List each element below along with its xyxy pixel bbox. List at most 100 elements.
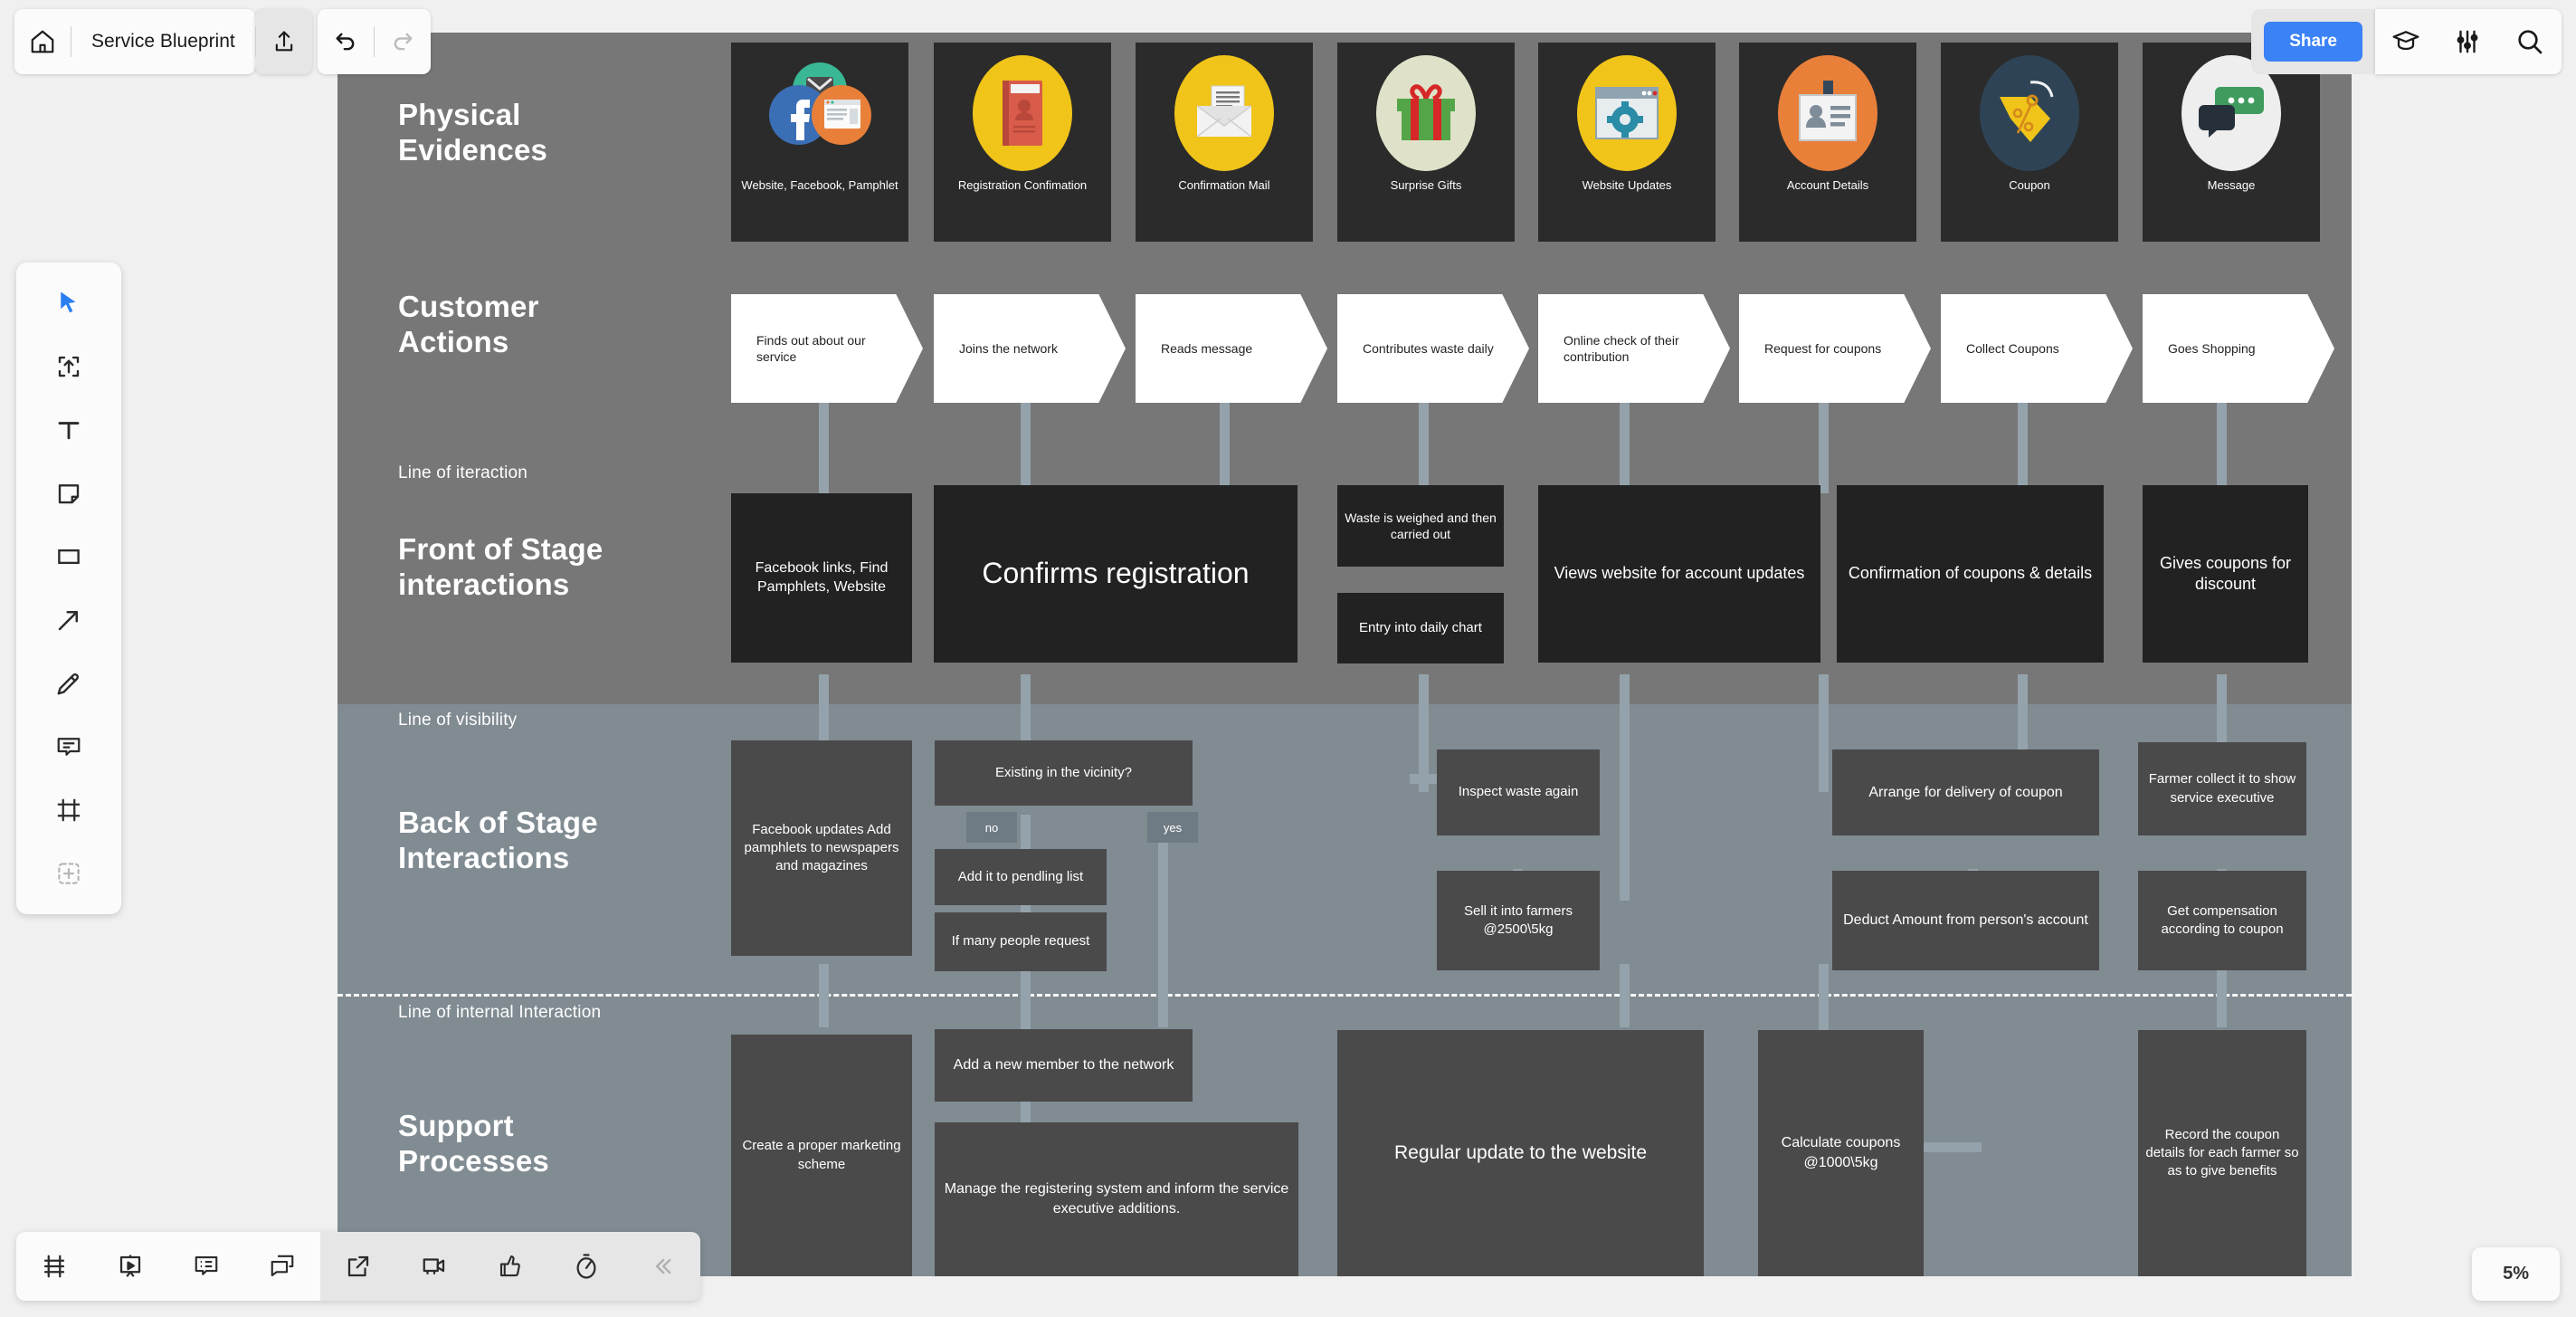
evidence-card[interactable]: Coupon (1941, 43, 2118, 242)
back-stage-box[interactable]: Deduct Amount from person's account (1832, 871, 2099, 970)
line-of-internal-interaction-label: Line of internal Interaction (398, 1003, 602, 1022)
top-toolbar-right: Share (2251, 9, 2562, 74)
add-more-tool[interactable] (34, 845, 103, 902)
presentation-button[interactable] (92, 1232, 168, 1301)
redo-button[interactable] (375, 9, 431, 74)
zoom-indicator[interactable]: 5% (2472, 1247, 2560, 1301)
row-title-line1: Customer (398, 290, 539, 323)
graduation-cap-icon (2391, 27, 2420, 56)
back-stage-box[interactable]: Inspect waste again (1437, 749, 1600, 835)
upload-button[interactable] (256, 9, 312, 74)
shape-tool[interactable] (34, 529, 103, 585)
customer-action-chevron[interactable]: Contributes waste daily (1337, 294, 1529, 403)
front-stage-box[interactable]: Views website for account updates (1538, 485, 1820, 663)
connector-vertical (1620, 398, 1630, 493)
reactions-button[interactable] (472, 1232, 548, 1301)
customer-action-chevron[interactable]: Online check of their contribution (1538, 294, 1730, 403)
front-stage-box[interactable]: Facebook links, Find Pamphlets, Website (731, 493, 912, 663)
thumbs-up-icon (497, 1253, 524, 1280)
sticky-note-tool[interactable] (34, 465, 103, 521)
settings-button[interactable] (2437, 9, 2498, 74)
box-label: Entry into daily chart (1359, 620, 1482, 636)
chevron-label: Joins the network (959, 340, 1058, 356)
box-label: Record the coupon details for each farme… (2145, 1126, 2299, 1179)
row-title-line2: Actions (398, 324, 509, 358)
rectangle-icon (55, 543, 82, 570)
connector-vertical (1819, 674, 1829, 792)
share-group: Share (2251, 9, 2375, 74)
support-process-box[interactable]: Add a new member to the network (935, 1029, 1193, 1102)
row-title-line2: Processes (398, 1143, 549, 1178)
tutorial-button[interactable] (2375, 9, 2437, 74)
canvas-board[interactable]: Physical Evidences Customer Actions Line… (0, 0, 2576, 1317)
back-stage-box[interactable]: If many people request (935, 912, 1107, 971)
back-stage-box[interactable]: Sell it into farmers @2500\5kg (1437, 871, 1600, 970)
line-of-visibility-label: Line of visibility (398, 711, 518, 730)
support-process-box[interactable]: Calculate coupons @1000\5kg (1758, 1030, 1924, 1276)
front-stage-box[interactable]: Confirms registration (934, 485, 1298, 663)
bottom-toolbar (16, 1232, 700, 1301)
comments-panel-button[interactable] (168, 1232, 244, 1301)
evidence-card[interactable]: Surprise Gifts (1337, 43, 1515, 242)
support-process-box[interactable]: Regular update to the website (1337, 1030, 1704, 1276)
connector-tool[interactable] (34, 592, 103, 648)
customer-action-chevron[interactable]: Reads message (1136, 294, 1327, 403)
undo-icon (333, 29, 358, 54)
home-button[interactable] (14, 9, 71, 74)
back-stage-box[interactable]: Get compensation according to coupon (2138, 871, 2306, 970)
evidence-card[interactable]: Account Details (1739, 43, 1916, 242)
upload-tool[interactable] (34, 339, 103, 395)
evidence-card[interactable]: Confirmation Mail (1136, 43, 1313, 242)
video-call-button[interactable] (396, 1232, 472, 1301)
text-tool[interactable] (34, 402, 103, 458)
timer-button[interactable] (548, 1232, 624, 1301)
comment-tool[interactable] (34, 719, 103, 775)
share-link-button[interactable] (320, 1232, 396, 1301)
back-stage-box[interactable]: Existing in the vicinity? (935, 740, 1193, 806)
customer-action-chevron[interactable]: Finds out about our service (731, 294, 923, 403)
back-stage-box[interactable]: Farmer collect it to show service execut… (2138, 742, 2306, 835)
box-label: Gives coupons for discount (2159, 553, 2292, 593)
front-stage-box[interactable]: Waste is weighed and then carried out (1337, 485, 1504, 567)
toolbar-group-history (317, 9, 431, 74)
search-button[interactable] (2498, 9, 2562, 74)
select-tool[interactable] (34, 275, 103, 331)
support-process-box[interactable]: Create a proper marketing scheme (731, 1035, 912, 1276)
support-process-box[interactable]: Record the coupon details for each farme… (2138, 1030, 2306, 1276)
connector-vertical (1419, 398, 1429, 493)
home-icon (29, 28, 56, 55)
back-stage-box[interactable]: Facebook updates Add pamphlets to newspa… (731, 740, 912, 956)
share-button[interactable]: Share (2264, 22, 2362, 62)
undo-button[interactable] (318, 9, 374, 74)
customer-action-chevron[interactable]: Joins the network (934, 294, 1126, 403)
customer-action-chevron[interactable]: Goes Shopping (2143, 294, 2334, 403)
chat-button[interactable] (244, 1232, 320, 1301)
box-label: Farmer collect it to show service execut… (2148, 771, 2296, 806)
back-stage-box[interactable]: Add it to pendling list (935, 849, 1107, 905)
pen-icon (55, 670, 82, 697)
evidence-card[interactable]: Registration Confimation (934, 43, 1111, 242)
frame-tool[interactable] (34, 782, 103, 838)
front-stage-box[interactable]: Gives coupons for discount (2143, 485, 2308, 663)
evidence-caption: Message (2207, 178, 2256, 192)
facebook-email-website-icon (765, 55, 874, 164)
front-stage-box[interactable]: Entry into daily chart (1337, 593, 1504, 663)
line-of-internal-interaction-divider (337, 994, 2352, 997)
bottom-group-left (16, 1232, 320, 1301)
tool-palette (16, 262, 121, 914)
pen-tool[interactable] (34, 655, 103, 711)
frames-panel-button[interactable] (16, 1232, 92, 1301)
back-stage-box[interactable]: Arrange for delivery of coupon (1832, 749, 2099, 835)
evidence-card[interactable]: Website Updates (1538, 43, 1716, 242)
evidence-card[interactable]: Website, Facebook, Pamphlet (731, 43, 908, 242)
chevron-label: Collect Coupons (1966, 340, 2059, 356)
customer-action-chevron[interactable]: Request for coupons (1739, 294, 1931, 403)
support-process-box[interactable]: Manage the registering system and inform… (935, 1122, 1298, 1276)
evidence-caption: Account Details (1786, 178, 1869, 192)
collapse-button[interactable] (624, 1232, 700, 1301)
customer-action-chevron[interactable]: Collect Coupons (1941, 294, 2133, 403)
box-label: Facebook links, Find Pamphlets, Website (755, 559, 889, 595)
timer-icon (573, 1253, 600, 1280)
document-title[interactable]: Service Blueprint (71, 31, 255, 52)
front-stage-box[interactable]: Confirmation of coupons & details (1837, 485, 2104, 663)
